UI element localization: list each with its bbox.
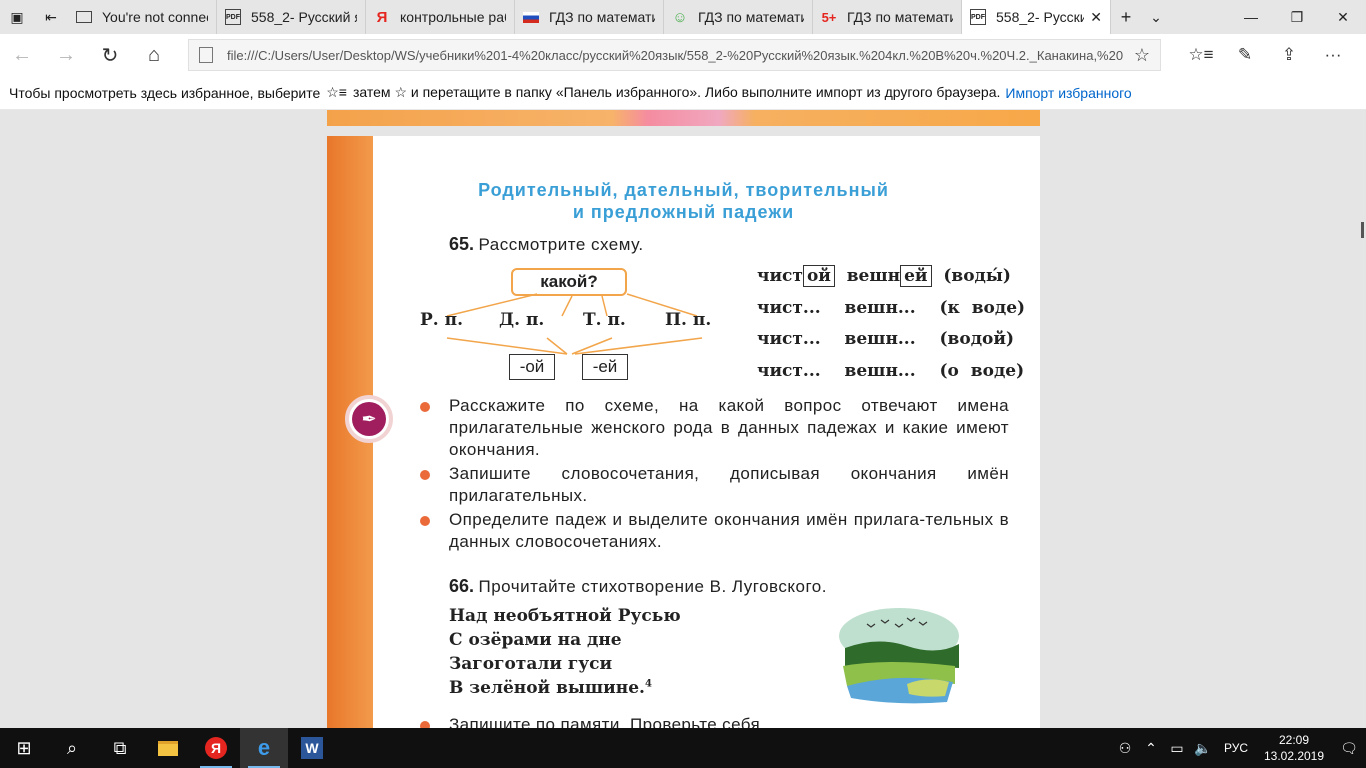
ending-box-ey: -ей [582, 354, 628, 380]
bullet-icon [420, 402, 430, 412]
poem-line-4: В зелёной вышине.4 [449, 678, 652, 698]
close-tab-icon[interactable]: ✕ [1090, 9, 1102, 26]
exercise-66-title: 66. Прочитайте стихотворение В. Луговско… [449, 576, 827, 596]
poem-line-2: С озёрами на дне [449, 630, 622, 650]
pdf-viewer[interactable]: Родительный, дательный, творительный и п… [0, 110, 1366, 728]
favorites-message-before: Чтобы просмотреть здесь избранное, выбер… [9, 84, 321, 101]
phrase-row-4: чист... вешн... (о воде) [757, 361, 1025, 381]
smile-icon: ☺ [672, 8, 688, 26]
task-65-2: Запишите словосочетания, дописывая оконч… [449, 464, 1009, 505]
input-language[interactable]: РУС [1216, 741, 1256, 755]
tab-4[interactable]: ☺ ГДЗ по математик [664, 0, 813, 34]
case-label-prep: П. п. [665, 310, 712, 330]
vertical-scrollbar[interactable] [1361, 222, 1364, 238]
system-tray: ⚇ ⌃ ▭ 🔈 РУС 22:09 13.02.2019 🗨 [1112, 732, 1366, 764]
windows-start-icon[interactable]: ⊞ [0, 728, 48, 768]
forward-icon[interactable]: → [44, 34, 88, 76]
navigation-bar: ← → ↻ ⌂ file:///C:/Users/User/Desktop/WS… [0, 34, 1366, 76]
phrase-row-2: чист... вешн... (к воде) [757, 298, 1026, 318]
favorite-star-icon[interactable]: ☆ [1134, 45, 1150, 66]
page-icon [76, 11, 92, 23]
task-65-3: Определите падеж и выделите окончания им… [449, 510, 1009, 551]
edge-browser-icon[interactable]: e [240, 728, 288, 768]
tab-3[interactable]: ГДЗ по математик [515, 0, 664, 34]
case-label-instr: Т. п. [583, 310, 626, 330]
tab-5[interactable]: 5+ ГДЗ по математик [813, 0, 962, 34]
word-icon[interactable]: W [288, 728, 336, 768]
address-bar[interactable]: file:///C:/Users/User/Desktop/WS/учебник… [188, 39, 1161, 71]
set-aside-tabs-icon[interactable]: ⇤ [34, 0, 68, 34]
share-icon[interactable]: ⇪ [1267, 45, 1311, 65]
clock[interactable]: 22:09 13.02.2019 [1256, 732, 1332, 764]
volume-icon[interactable]: 🔈 [1190, 740, 1216, 757]
section-heading-line1: Родительный, дательный, творительный [478, 180, 889, 200]
case-label-dat: Д. п. [499, 310, 545, 330]
poem-line-1: Над необъятной Русью [449, 606, 681, 626]
bullet-icon [420, 470, 430, 480]
taskbar: ⊞ ⌕ ⧉ Я e W ⚇ ⌃ ▭ 🔈 РУС 22:09 13.02.2019… [0, 728, 1366, 768]
exercise-65-title: 65. Рассмотрите схему. [449, 234, 644, 254]
favorites-star-icon: ☆≡ [326, 84, 347, 100]
pdf-icon: PDF [970, 9, 986, 25]
bullet-icon [420, 721, 430, 728]
people-icon[interactable]: ⚇ [1112, 740, 1138, 757]
question-box: какой? [511, 268, 627, 296]
tab-6-active[interactable]: PDF558_2- Русский✕ [962, 0, 1111, 34]
refresh-icon[interactable]: ↻ [88, 34, 132, 76]
back-icon[interactable]: ← [0, 34, 44, 76]
flag-icon [523, 11, 539, 23]
window-controls: — ❐ ✕ [1228, 0, 1366, 34]
phrase-row-1: чист ой вешн ей (воды́) [757, 265, 1011, 287]
tab-1[interactable]: PDF558_2- Русский язы [217, 0, 366, 34]
task-66-1: Запишите по памяти. Проверьте себя. [449, 715, 766, 728]
file-explorer-icon[interactable] [144, 728, 192, 768]
favorites-hub-icon[interactable]: ☆≡ [1179, 45, 1223, 65]
yandex-browser-icon[interactable]: Я [192, 728, 240, 768]
home-icon[interactable]: ⌂ [132, 34, 176, 76]
chevron-down-icon[interactable]: ⌄ [1141, 0, 1171, 34]
yandex-icon: Я [376, 8, 388, 26]
tab-2[interactable]: Яконтрольные рабо [366, 0, 515, 34]
ending-box-oy: -ой [509, 354, 555, 380]
restore-icon[interactable]: ❐ [1274, 0, 1320, 34]
url-text[interactable]: file:///C:/Users/User/Desktop/WS/учебник… [227, 48, 1124, 63]
previous-page-edge [327, 110, 1040, 126]
case-label-gen: Р. п. [420, 310, 463, 330]
close-window-icon[interactable]: ✕ [1320, 0, 1366, 34]
favorites-bar: Чтобы просмотреть здесь избранное, выбер… [0, 76, 1366, 110]
notifications-icon[interactable]: 🗨 [1332, 740, 1366, 757]
display-icon[interactable]: ▭ [1164, 740, 1190, 757]
tab-actions-icon[interactable]: ▣ [0, 0, 34, 34]
minimize-icon[interactable]: — [1228, 0, 1274, 34]
tab-0[interactable]: You're not connect [68, 0, 217, 34]
phrase-row-3: чист... вешн... (водой) [757, 329, 1015, 349]
search-icon[interactable]: ⌕ [48, 728, 96, 768]
writing-pen-icon: ✒ [345, 395, 393, 443]
task-view-icon[interactable]: ⧉ [96, 728, 144, 768]
geese-landscape-illustration [839, 608, 959, 704]
show-hidden-icons-icon[interactable]: ⌃ [1138, 740, 1164, 757]
favorites-message-after: затем ☆ и перетащите в папку «Панель изб… [352, 84, 1001, 100]
pen-icon[interactable]: ✎ [1223, 45, 1267, 65]
section-heading-line2: и предложный падежи [572, 202, 795, 222]
page-icon [199, 47, 213, 63]
poem-line-3: Загоготали гуси [449, 654, 613, 674]
import-favorites-link[interactable]: Импорт избранного [1005, 85, 1131, 101]
pdf-icon: PDF [225, 9, 241, 25]
more-icon[interactable]: ··· [1311, 45, 1355, 65]
new-tab-icon[interactable]: + [1111, 0, 1141, 34]
pdf-page: Родительный, дательный, творительный и п… [327, 136, 1040, 728]
five-plus-icon: 5+ [821, 9, 837, 25]
tab-strip: ▣ ⇤ You're not connect PDF 558_2- Русский… [0, 0, 1366, 34]
bullet-icon [420, 516, 430, 526]
task-65-1: Расскажите по схеме, на какой вопрос отв… [449, 396, 1009, 459]
